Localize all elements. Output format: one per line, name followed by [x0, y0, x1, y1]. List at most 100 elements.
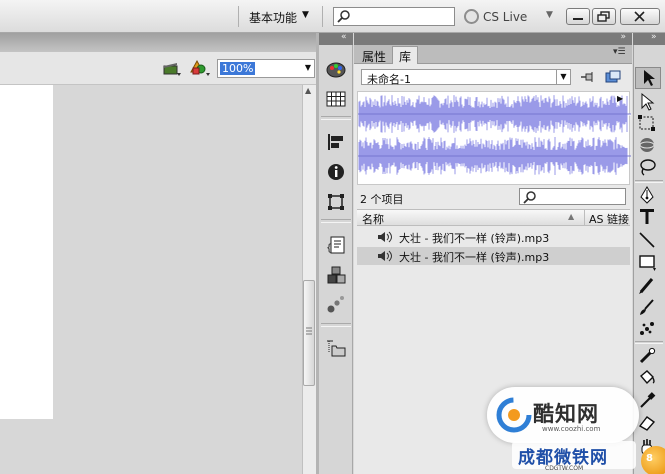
sound-preview-window	[357, 91, 631, 185]
paint-bucket-tool[interactable]	[637, 368, 657, 388]
align-icon	[328, 134, 343, 150]
brush-icon	[640, 299, 654, 315]
kuzhi-watermark-url: www.coozhi.com	[542, 425, 601, 433]
new-library-panel-button[interactable]	[605, 70, 621, 84]
deco-spray-icon	[640, 322, 654, 335]
dock-separator	[321, 116, 351, 120]
align-panel-button[interactable]	[325, 131, 347, 153]
deco-tool[interactable]	[637, 318, 657, 338]
minimize-button[interactable]	[566, 8, 590, 25]
library-document-value: 未命名-1	[367, 73, 411, 86]
kuzhi-watermark-text: 酷知网	[533, 402, 599, 426]
workspace-dropdown-arrow-icon[interactable]: ▼	[302, 10, 309, 20]
column-divider[interactable]	[584, 210, 585, 225]
rectangle-tool[interactable]	[637, 252, 657, 272]
cslive-icon[interactable]	[464, 9, 479, 24]
workspace-switcher[interactable]: 基本功能	[249, 9, 297, 26]
eraser-icon	[638, 416, 656, 431]
transform-panel-button[interactable]	[325, 191, 347, 213]
pencil-tool[interactable]	[637, 275, 657, 295]
panel-menu-icon[interactable]: ▾☰	[613, 47, 626, 57]
line-icon	[639, 232, 655, 248]
code-snippets-panel-button[interactable]: {	[325, 234, 347, 256]
expand-arrows-icon[interactable]: »	[620, 32, 626, 42]
topbar-divider	[322, 6, 323, 27]
pin-library-button[interactable]	[580, 71, 594, 83]
sound-speaker-icon	[378, 231, 392, 243]
restore-icon	[597, 11, 610, 22]
collapse-arrows-icon[interactable]: «	[341, 32, 347, 42]
document-tab-strip	[0, 33, 316, 52]
swatches-grid-icon	[326, 91, 346, 107]
cslive-dropdown-arrow-icon[interactable]: ▼	[546, 10, 553, 20]
library-item[interactable]: 大壮 - 我们不一样 (铃声).mp3	[357, 228, 630, 246]
color-panel-button[interactable]	[325, 59, 347, 81]
sound-waveform	[358, 95, 631, 175]
restore-button[interactable]	[592, 8, 616, 25]
pen-tool[interactable]	[637, 185, 657, 205]
eraser-tool[interactable]	[637, 412, 657, 432]
swatches-panel-button[interactable]	[325, 88, 347, 110]
stage-canvas[interactable]	[0, 85, 53, 419]
brush-tool[interactable]	[637, 297, 657, 317]
edit-symbols-button[interactable]	[188, 58, 212, 78]
text-tool[interactable]	[637, 207, 657, 227]
expand-arrows-icon[interactable]: »	[651, 32, 657, 42]
minimize-icon	[573, 18, 583, 20]
tab-library[interactable]: 库	[392, 46, 419, 65]
lasso-tool[interactable]	[637, 157, 657, 177]
3d-sphere-icon	[639, 138, 655, 152]
play-sound-icon[interactable]: ▶	[617, 94, 623, 103]
clapperboard-icon	[163, 63, 181, 76]
scroll-up-arrow-icon[interactable]: ▲	[305, 86, 311, 95]
new-library-icon	[605, 70, 621, 83]
components-blocks-icon	[327, 266, 346, 284]
free-transform-icon	[638, 115, 655, 131]
zoom-select[interactable]: 100% ▼	[217, 59, 315, 78]
library-document-select[interactable]: 未命名-1 ▼	[361, 69, 571, 86]
help-search-input[interactable]	[333, 7, 455, 26]
project-panel-button[interactable]	[325, 337, 347, 359]
library-item-count: 2 个项目	[360, 193, 404, 206]
watermark-badge	[641, 446, 665, 474]
selection-tool[interactable]	[639, 68, 659, 88]
svg-text:{: {	[326, 243, 332, 254]
3d-rotation-tool[interactable]	[637, 135, 657, 155]
tab-properties[interactable]: 属性	[357, 47, 391, 64]
eyedropper-tool[interactable]	[637, 390, 657, 410]
info-icon	[328, 164, 344, 180]
library-panel-header[interactable]: »	[354, 32, 632, 45]
column-header-name[interactable]: 名称	[362, 211, 384, 227]
bone-tool[interactable]	[637, 346, 657, 366]
info-panel-button[interactable]	[325, 161, 347, 183]
free-transform-tool[interactable]	[637, 113, 657, 133]
library-item-selected[interactable]: 大壮 - 我们不一样 (铃声).mp3	[357, 247, 630, 265]
lasso-icon	[640, 159, 656, 176]
sort-ascending-icon[interactable]: ▲	[568, 212, 574, 221]
pencil-icon	[639, 278, 654, 294]
dock-header[interactable]: «	[319, 32, 353, 45]
scroll-grip-icon	[306, 327, 312, 335]
chevron-down-icon[interactable]: ▼	[556, 70, 570, 84]
edit-scene-button[interactable]	[162, 58, 182, 78]
column-header-linkage[interactable]: AS 链接	[589, 211, 629, 227]
components-panel-button[interactable]	[325, 264, 347, 286]
paint-bucket-icon	[640, 370, 655, 385]
line-tool[interactable]	[637, 230, 657, 250]
text-t-icon	[640, 209, 654, 224]
tools-separator	[635, 180, 663, 183]
library-item-label: 大壮 - 我们不一样 (铃声).mp3	[399, 232, 550, 245]
zoom-dropdown-arrow-icon[interactable]: ▼	[305, 63, 311, 72]
library-search-input[interactable]	[519, 188, 626, 205]
eyedropper-icon	[640, 392, 656, 408]
arrow-pointer-icon	[644, 70, 655, 86]
close-button[interactable]	[620, 8, 660, 25]
kuzhi-logo-icon	[496, 397, 532, 433]
tools-panel-header[interactable]: »	[633, 32, 665, 45]
symbols-shapes-icon	[190, 59, 210, 76]
motion-presets-panel-button[interactable]	[325, 293, 347, 315]
subselection-tool[interactable]	[637, 92, 657, 112]
dock-separator	[321, 323, 351, 327]
cslive-button[interactable]: CS Live	[483, 10, 527, 24]
search-icon	[523, 191, 536, 204]
